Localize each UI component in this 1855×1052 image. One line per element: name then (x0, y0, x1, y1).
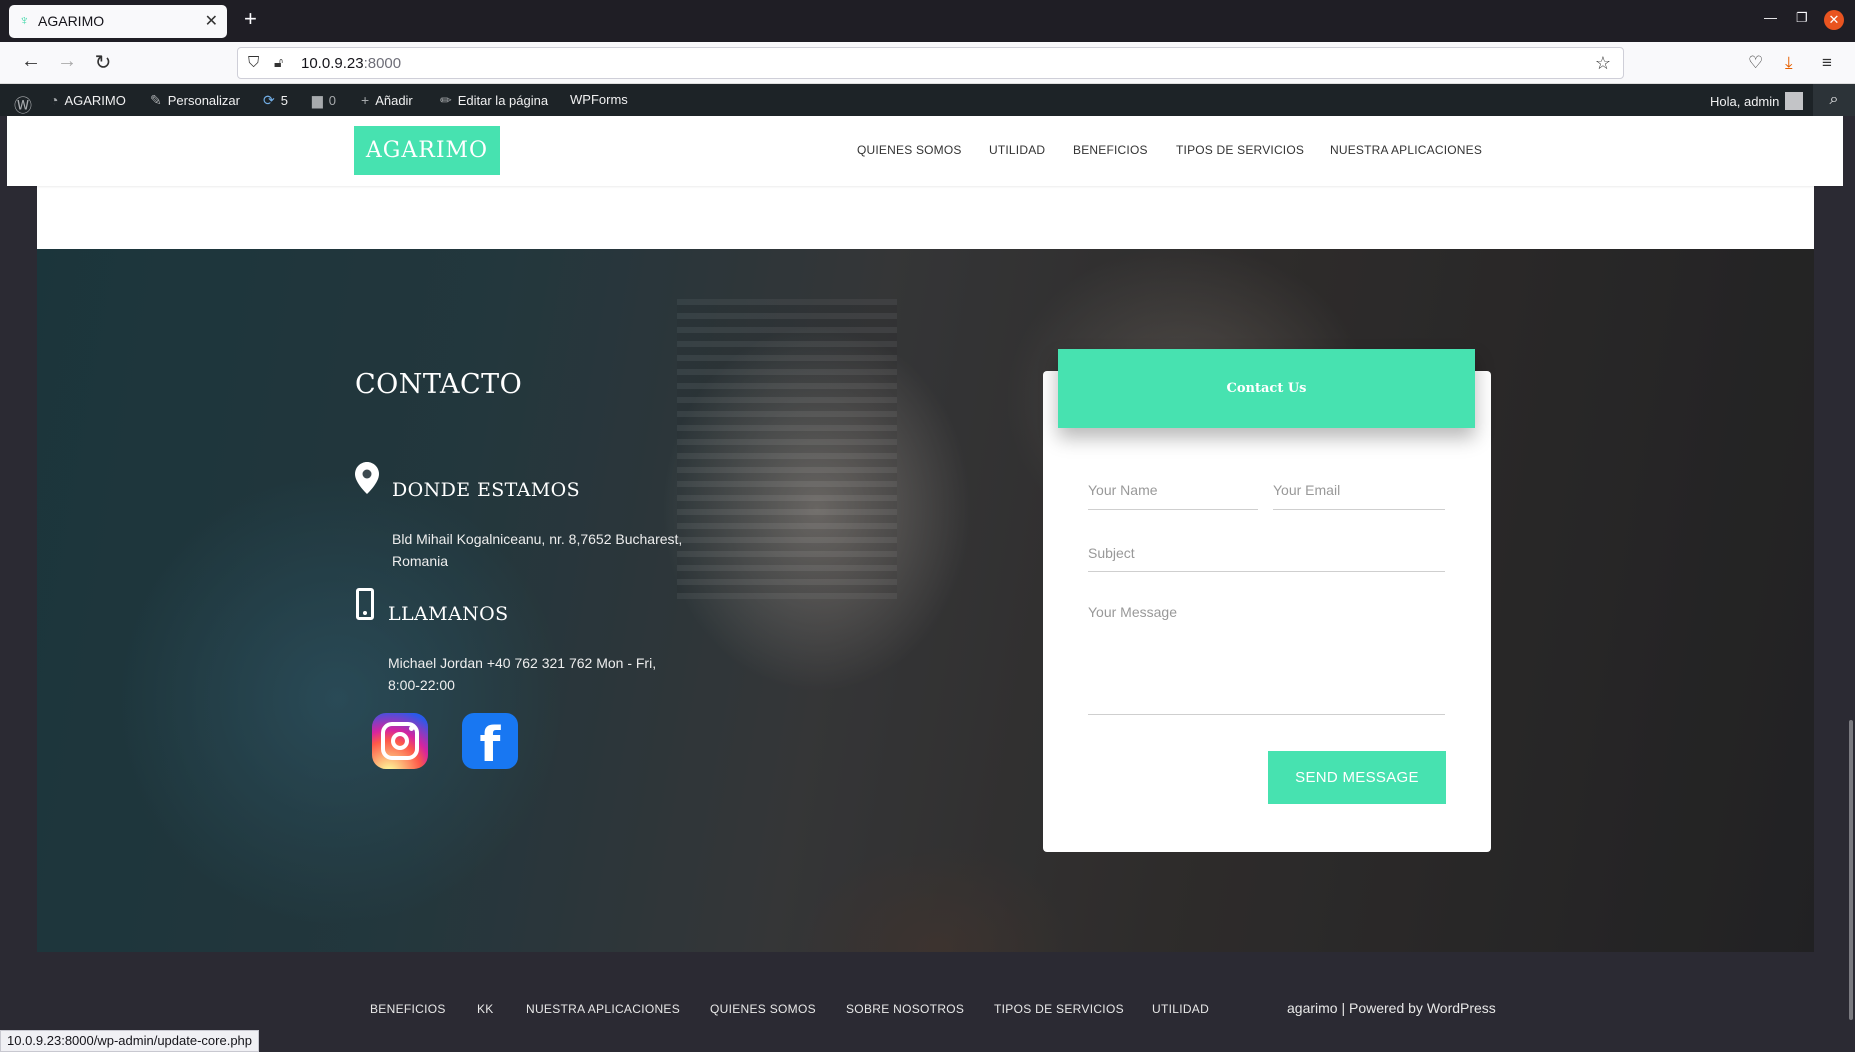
pencil-icon: ✏︎ (440, 92, 452, 108)
wp-admin-bar: Ⓦ ◔ AGARIMO ✎ Personalizar ⟳ 5 ▆ 0 + Aña… (0, 84, 1855, 116)
avatar (1785, 92, 1804, 110)
brush-icon: ✎ (150, 92, 162, 108)
site-logo[interactable]: AGARIMO (354, 126, 500, 175)
admin-customize[interactable]: ✎ Personalizar (150, 92, 240, 109)
menu-tipos-de-servicios[interactable]: TIPOS DE SERVICIOS (1176, 143, 1304, 157)
phone-icon (356, 588, 374, 620)
back-icon[interactable]: ← (18, 50, 44, 73)
name-field[interactable]: Your Name (1088, 482, 1258, 510)
admin-edit-page[interactable]: ✏︎ Editar la página (440, 92, 548, 109)
wordpress-logo-icon[interactable]: Ⓦ (14, 92, 32, 118)
plus-icon: + (361, 92, 370, 108)
admin-add-new[interactable]: + Añadir (361, 92, 413, 108)
admin-search-icon[interactable]: ⌕ (1813, 84, 1855, 116)
insecure-lock-icon[interactable]: 🔓︎ (274, 54, 283, 71)
site-page: AGARIMO QUIENES SOMOS UTILIDAD BENEFICIO… (7, 116, 1843, 1052)
site-favicon-icon: ♆ (19, 12, 30, 28)
call-title: LLAMANOS (388, 603, 509, 625)
where-title: DONDE ESTAMOS (392, 479, 581, 501)
pocket-icon[interactable]: ♡ (1748, 53, 1763, 73)
footer-link-nuestra-aplicaciones[interactable]: NUESTRA APLICACIONES (526, 1002, 680, 1016)
tab-title: AGARIMO (38, 13, 105, 29)
updates-icon: ⟳ (263, 92, 275, 108)
menu-quienes-somos[interactable]: QUIENES SOMOS (857, 143, 962, 157)
phone-text: Michael Jordan +40 762 321 762 Mon - Fri… (388, 655, 657, 693)
footer-credit: agarimo | Powered by WordPress (1287, 1000, 1496, 1016)
footer-link-quienes-somos[interactable]: QUIENES SOMOS (710, 1002, 816, 1016)
shield-icon[interactable]: ⛉ (248, 54, 259, 71)
admin-comments[interactable]: ▆ 0 (312, 92, 336, 109)
browser-tab[interactable]: ♆ AGARIMO ✕ (9, 5, 227, 38)
menu-nuestra-aplicaciones[interactable]: NUESTRA APLICACIONES (1330, 143, 1482, 157)
instagram-icon[interactable] (372, 713, 428, 769)
contact-title: CONTACTO (355, 369, 523, 400)
browser-toolbar: ← → ↻ ⛉ 🔓︎ 10.0.9.23:8000 ☆ ♡ ⤓ ≡ (0, 42, 1855, 84)
page-scrollbar[interactable] (1849, 720, 1853, 1020)
message-field[interactable]: Your Message (1088, 604, 1445, 715)
admin-site-name[interactable]: ◔ AGARIMO (50, 92, 126, 108)
site-header: AGARIMO QUIENES SOMOS UTILIDAD BENEFICIO… (7, 116, 1843, 186)
forward-icon[interactable]: → (54, 50, 80, 73)
footer-link-tipos-de-servicios[interactable]: TIPOS DE SERVICIOS (994, 1002, 1124, 1016)
menu-icon[interactable]: ≡ (1822, 53, 1832, 73)
contact-hero-background (37, 249, 1814, 952)
footer-link-sobre-nosotros[interactable]: SOBRE NOSOTROS (846, 1002, 964, 1016)
send-message-button[interactable]: SEND MESSAGE (1268, 751, 1446, 804)
content-spacer (37, 186, 1814, 249)
window-close-icon[interactable]: ✕ (1824, 10, 1844, 30)
admin-updates[interactable]: ⟳ 5 (263, 92, 288, 109)
bookmark-star-icon[interactable]: ☆ (1595, 53, 1611, 74)
footer-link-beneficios[interactable]: BENEFICIOS (370, 1002, 446, 1016)
browser-tab-strip: ♆ AGARIMO ✕ + — ❐ ✕ (0, 0, 1855, 42)
admin-account[interactable]: Hola, admin (1710, 92, 1804, 110)
url-text[interactable]: 10.0.9.23:8000 (301, 55, 401, 72)
new-tab-icon[interactable]: + (244, 6, 257, 32)
download-icon[interactable]: ⤓ (1785, 53, 1793, 73)
email-field[interactable]: Your Email (1273, 482, 1445, 510)
restore-icon[interactable]: ❐ (1796, 10, 1808, 26)
contact-form-header: Contact Us (1058, 349, 1475, 428)
reload-icon[interactable]: ↻ (90, 50, 116, 75)
close-tab-icon[interactable]: ✕ (205, 11, 218, 31)
menu-utilidad[interactable]: UTILIDAD (989, 143, 1045, 157)
subject-field[interactable]: Subject (1088, 545, 1445, 572)
address-text: Bld Mihail Kogalniceanu, nr. 8,7652 Buch… (392, 531, 683, 569)
map-pin-icon (355, 462, 379, 494)
menu-beneficios[interactable]: BENEFICIOS (1073, 143, 1148, 157)
wordpress-link[interactable]: WordPress (1427, 1000, 1496, 1016)
comment-icon: ▆ (312, 92, 323, 108)
footer-link-kk[interactable]: KK (477, 1002, 494, 1016)
admin-wpforms[interactable]: WPForms (570, 92, 628, 107)
url-bar[interactable]: ⛉ 🔓︎ 10.0.9.23:8000 ☆ (237, 47, 1624, 79)
facebook-icon[interactable]: f (462, 713, 518, 769)
minimize-icon[interactable]: — (1764, 10, 1777, 25)
link-status-bar: 10.0.9.23:8000/wp-admin/update-core.php (0, 1030, 260, 1052)
footer-link-utilidad[interactable]: UTILIDAD (1152, 1002, 1209, 1016)
dashboard-icon: ◔ (50, 92, 59, 108)
